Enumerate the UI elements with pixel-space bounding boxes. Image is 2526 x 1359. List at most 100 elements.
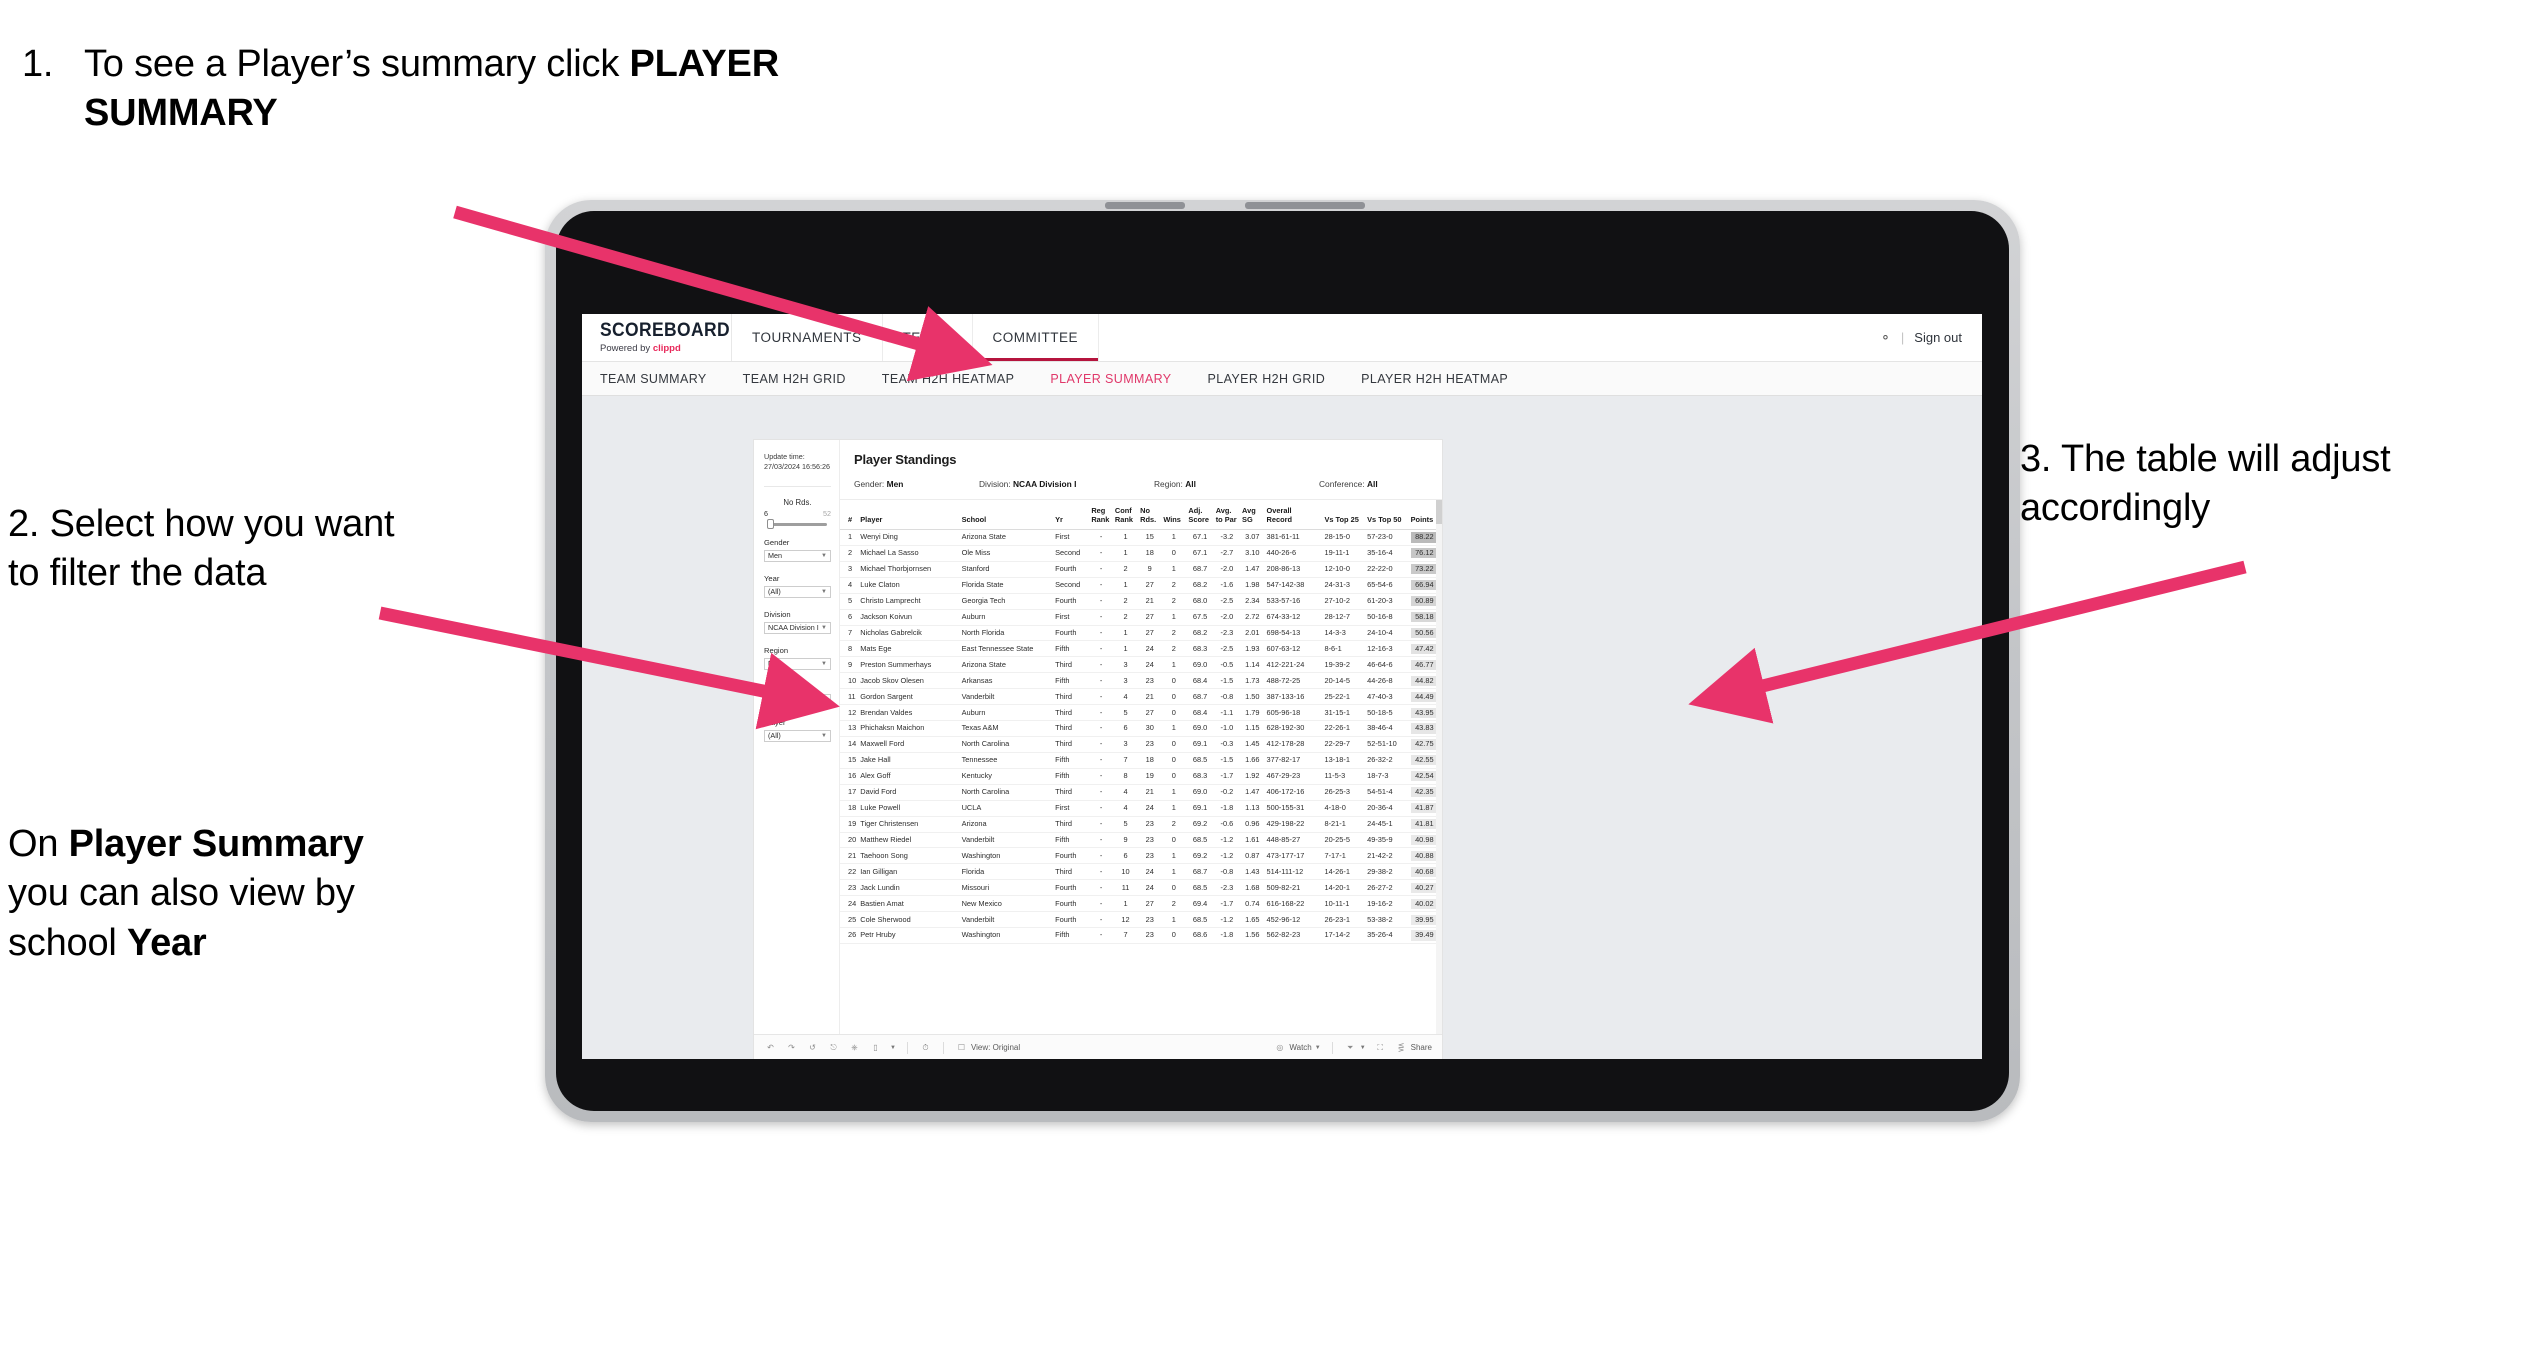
cell-player: Ian Gilligan	[858, 863, 960, 881]
column-header-rank[interactable]: #	[840, 500, 859, 531]
subnav-tab-player-summary[interactable]: PLAYER SUMMARY	[1050, 372, 1193, 386]
table-row[interactable]: 13 Phichaksn Maichon Texas A&M Third -6 30 1 69…	[840, 720, 1442, 738]
watch-button[interactable]: ◎ Watch ▼	[1273, 1041, 1320, 1054]
subnav-tab-team-summary[interactable]: TEAM SUMMARY	[600, 372, 729, 386]
points-value: 40.27	[1410, 882, 1438, 893]
column-header-school[interactable]: School	[959, 500, 1054, 531]
column-header-avg-sg[interactable]: Avg SG	[1240, 500, 1265, 531]
column-header-year[interactable]: Yr	[1053, 500, 1090, 531]
table-row[interactable]: 20 Matthew Riedel Vanderbilt Fifth -9 23 0 68.5…	[840, 832, 1442, 849]
person-icon[interactable]: ⚬	[1880, 330, 1891, 346]
revert-icon[interactable]: ↺	[806, 1041, 819, 1054]
table-row[interactable]: 9 Preston Summerhays Arizona State Third -3 2…	[840, 656, 1442, 674]
table-row[interactable]: 22 Ian Gilligan Florida Third -10 24 1 68.7 -0.8…	[840, 863, 1442, 881]
alerts-icon[interactable]: ▯	[869, 1041, 882, 1054]
share-button[interactable]: ⋚ Share	[1395, 1041, 1432, 1054]
nav-separator: |	[1900, 330, 1905, 345]
filter-gender-select[interactable]: Men ▼	[764, 549, 831, 562]
column-header-conf-rank[interactable]: Conf Rank	[1112, 500, 1139, 531]
table-row[interactable]: 24 Bastien Amat New Mexico Fourth -1 27 2 69.4-…	[840, 895, 1442, 913]
cell-adj-score: 68.2	[1186, 625, 1214, 642]
refresh-data-icon[interactable]: ⎋	[827, 1041, 840, 1054]
download-button[interactable]: ⏷ ▼	[1344, 1041, 1366, 1054]
filter-division-select[interactable]: NCAA Division I ▼	[764, 621, 831, 634]
cell-conf-rank: 1	[1112, 529, 1139, 546]
cell-year: Third	[1053, 816, 1090, 833]
points-value: 76.12	[1410, 548, 1438, 559]
annotation-2b-p1: On	[8, 823, 69, 865]
cell-school: Arizona	[959, 816, 1054, 833]
no-rounds-slider[interactable]	[767, 519, 827, 530]
cell-wins: 0	[1161, 832, 1187, 849]
table-row[interactable]: 1 Wenyi Ding Arizona State First -1 15 1 67.1 -3…	[840, 529, 1442, 546]
table-row[interactable]: 18 Luke Powell UCLA First -4 24 1 69.1 -1.8 1.13 5…	[840, 800, 1442, 817]
table-row[interactable]: 7 Nicholas Gabrelcik North Florida Fourth -1…	[840, 625, 1442, 642]
table-body: 1 Wenyi Ding Arizona State First -1 15 1 67.1 -3…	[840, 529, 1442, 944]
column-header-wins[interactable]: Wins	[1161, 500, 1187, 531]
table-row[interactable]: 21 Taehoon Song Washington Fourth -6 23 1 69.2-…	[840, 847, 1442, 865]
sign-out-button[interactable]: Sign out	[1914, 330, 1962, 345]
cell-player: Jack Lundin	[858, 879, 960, 897]
chevron-down-icon[interactable]: ▼	[890, 1045, 896, 1051]
standings-table-scroll-area[interactable]: # Player School Yr Reg Rank Conf Rank No Rds. W…	[840, 499, 1442, 1034]
table-row[interactable]: 3 Michael Thorbjornsen Stanford Fourth -2 9 1 6…	[840, 561, 1442, 578]
points-value: 40.02	[1410, 898, 1438, 909]
table-scrollbar[interactable]	[1436, 500, 1442, 1034]
column-header-no-rounds[interactable]: No Rds.	[1138, 500, 1162, 531]
cell-avg-sg: 0.96	[1240, 816, 1265, 833]
undo-icon[interactable]: ↶	[764, 1041, 777, 1054]
table-row[interactable]: 19 Tiger Christensen Arizona Third -5 23 2 69.2…	[840, 816, 1442, 833]
filter-region-select[interactable]: N/A ▼	[764, 657, 831, 670]
table-row[interactable]: 10 Jacob Skov Olesen Arkansas Fifth -3 23 0 68.…	[840, 672, 1442, 690]
browser-viewport: SCOREBOARD Powered by clippd TOURNAMENTS…	[582, 314, 1982, 1059]
fullscreen-icon[interactable]: ⛶	[1374, 1041, 1387, 1054]
watch-label: Watch	[1289, 1043, 1312, 1052]
filter-conference-select[interactable]: (All) ▼	[764, 693, 831, 706]
subnav-tab-team-h2h-grid[interactable]: TEAM H2H GRID	[743, 372, 868, 386]
filter-gender-value: Men	[768, 551, 782, 561]
filter-year-select[interactable]: (All) ▼	[764, 585, 831, 598]
table-row[interactable]: 26 Petr Hruby Washington Fifth -7 23 0 68.6 -1.8…	[840, 927, 1442, 944]
cell-rank: 16	[840, 768, 859, 785]
nav-tab-committee[interactable]: COMMITTEE	[972, 314, 1100, 361]
column-header-avg-to-par[interactable]: Avg. to Par	[1213, 500, 1241, 531]
column-header-adj-score[interactable]: Adj. Score	[1186, 500, 1214, 531]
table-row[interactable]: 23 Jack Lundin Missouri Fourth -11 24 0 68.5 -2.…	[840, 879, 1442, 897]
nav-tab-tournaments[interactable]: TOURNAMENTS	[732, 314, 883, 361]
subnav-tab-team-h2h-heatmap[interactable]: TEAM H2H HEATMAP	[882, 372, 1037, 386]
viz-header: Player Standings Gender: Men Division: N…	[840, 440, 1442, 499]
table-scrollbar-thumb[interactable]	[1436, 500, 1442, 524]
table-row[interactable]: 11 Gordon Sargent Vanderbilt Third -4 21 0 68.7…	[840, 688, 1442, 706]
redo-icon[interactable]: ↷	[785, 1041, 798, 1054]
table-row[interactable]: 8 Mats Ege East Tennessee State Fifth -1 24 2 6…	[840, 640, 1442, 658]
table-row[interactable]: 2 Michael La Sasso Ole Miss Second -1 18 0 67.1…	[840, 545, 1442, 562]
table-row[interactable]: 15 Jake Hall Tennessee Fifth -7 18 0 68.5 -1.5 1.…	[840, 752, 1442, 769]
cell-rank: 5	[840, 593, 859, 610]
nav-tab-teams[interactable]: TEAMS	[883, 314, 973, 361]
column-header-player[interactable]: Player	[858, 500, 960, 531]
cell-vs-top-25: 11-5-3	[1322, 768, 1366, 785]
column-header-overall-record[interactable]: Overall Record	[1264, 500, 1323, 531]
column-header-vs-top-50[interactable]: Vs Top 50	[1365, 500, 1409, 531]
cell-overall-record: 440-26-6	[1264, 545, 1323, 562]
table-row[interactable]: 14 Maxwell Ford North Carolina Third -3 23 0 69…	[840, 736, 1442, 753]
table-row[interactable]: 25 Cole Sherwood Vanderbilt Fourth -12 23 1 68.…	[840, 911, 1442, 929]
column-header-vs-top-25[interactable]: Vs Top 25	[1322, 500, 1366, 531]
subnav-tab-player-h2h-heatmap[interactable]: PLAYER H2H HEATMAP	[1361, 372, 1530, 386]
table-row[interactable]: 12 Brendan Valdes Auburn Third -5 27 0 68.4 -1.1…	[840, 704, 1442, 722]
table-row[interactable]: 5 Christo Lamprecht Georgia Tech Fourth -2 21…	[840, 593, 1442, 610]
scoreboard-logo[interactable]: SCOREBOARD Powered by clippd	[582, 314, 732, 361]
table-row[interactable]: 16 Alex Goff Kentucky Fifth -8 19 0 68.3 -1.7 1.9…	[840, 768, 1442, 785]
column-header-reg-rank[interactable]: Reg Rank	[1089, 500, 1113, 531]
table-row[interactable]: 17 David Ford North Carolina Third -4 21 1 69.0…	[840, 784, 1442, 801]
subnav-tab-player-h2h-grid[interactable]: PLAYER H2H GRID	[1208, 372, 1348, 386]
pause-updates-icon[interactable]: ⎈	[848, 1041, 861, 1054]
no-rounds-slider-handle[interactable]	[767, 519, 774, 530]
points-value: 46.77	[1410, 659, 1438, 670]
history-icon[interactable]: ⏱	[919, 1041, 932, 1054]
table-row[interactable]: 4 Luke Claton Florida State Second -1 27 2 68.2…	[840, 577, 1442, 594]
cell-overall-record: 533-57-16	[1264, 593, 1323, 610]
filter-player-select[interactable]: (All) ▼	[764, 729, 831, 742]
table-row[interactable]: 6 Jackson Koivun Auburn First -2 27 1 67.5 -2.0 2…	[840, 609, 1442, 626]
view-original-button[interactable]: ☐ View: Original	[955, 1041, 1020, 1054]
